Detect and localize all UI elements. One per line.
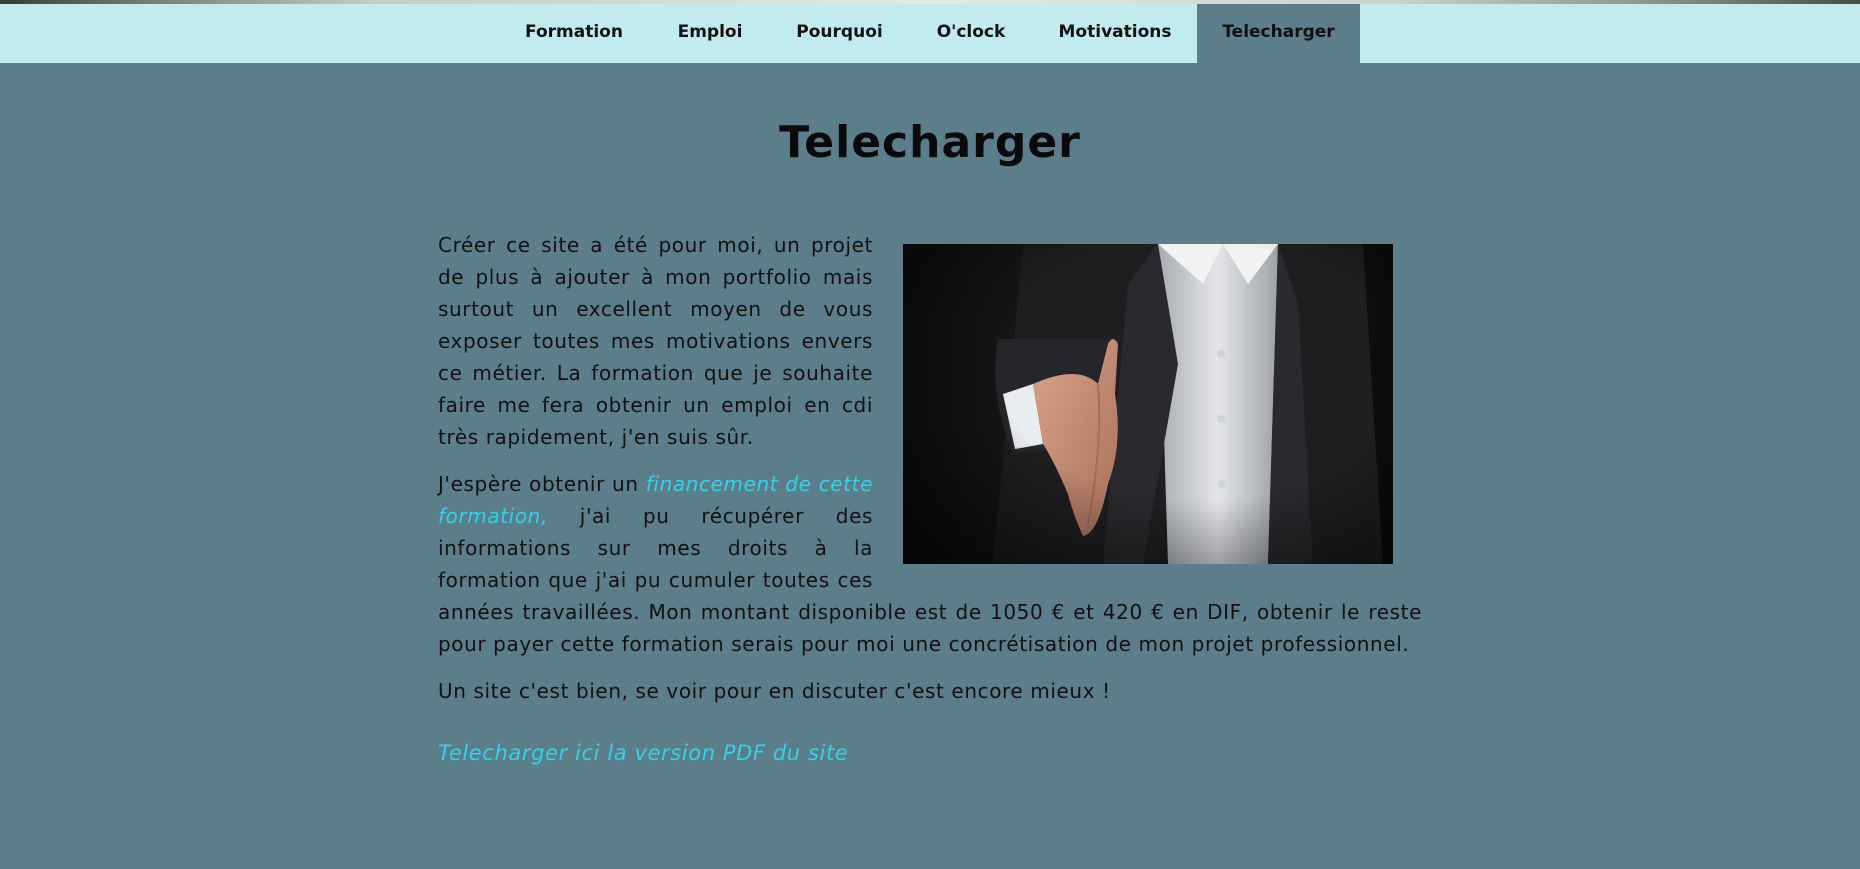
page-title: Telecharger <box>779 117 1081 168</box>
nav-item-telecharger[interactable]: Telecharger <box>1197 4 1360 63</box>
nav-item-motivations[interactable]: Motivations <box>1048 4 1183 63</box>
funding-text-start: J'espère obtenir un <box>438 472 646 496</box>
handshake-photo <box>903 244 1393 564</box>
main-content: Telecharger Créer ce site a été pour moi… <box>0 63 1860 869</box>
nav-item-formation[interactable]: Formation <box>512 4 636 63</box>
nav-item-oclock[interactable]: O'clock <box>918 4 1024 63</box>
businessman-offering-handshake-image <box>903 244 1393 564</box>
top-navigation: Formation Emploi Pourquoi O'clock Motiva… <box>0 4 1860 63</box>
nav-item-pourquoi[interactable]: Pourquoi <box>784 4 895 63</box>
nav-item-emploi[interactable]: Emploi <box>659 4 761 63</box>
pdf-download-link[interactable]: Telecharger ici la version PDF du site <box>438 737 848 769</box>
article-body: Créer ce site a été pour moi, un projet … <box>438 229 1422 769</box>
closing-paragraph: Un site c'est bien, se voir pour en disc… <box>438 679 1111 703</box>
